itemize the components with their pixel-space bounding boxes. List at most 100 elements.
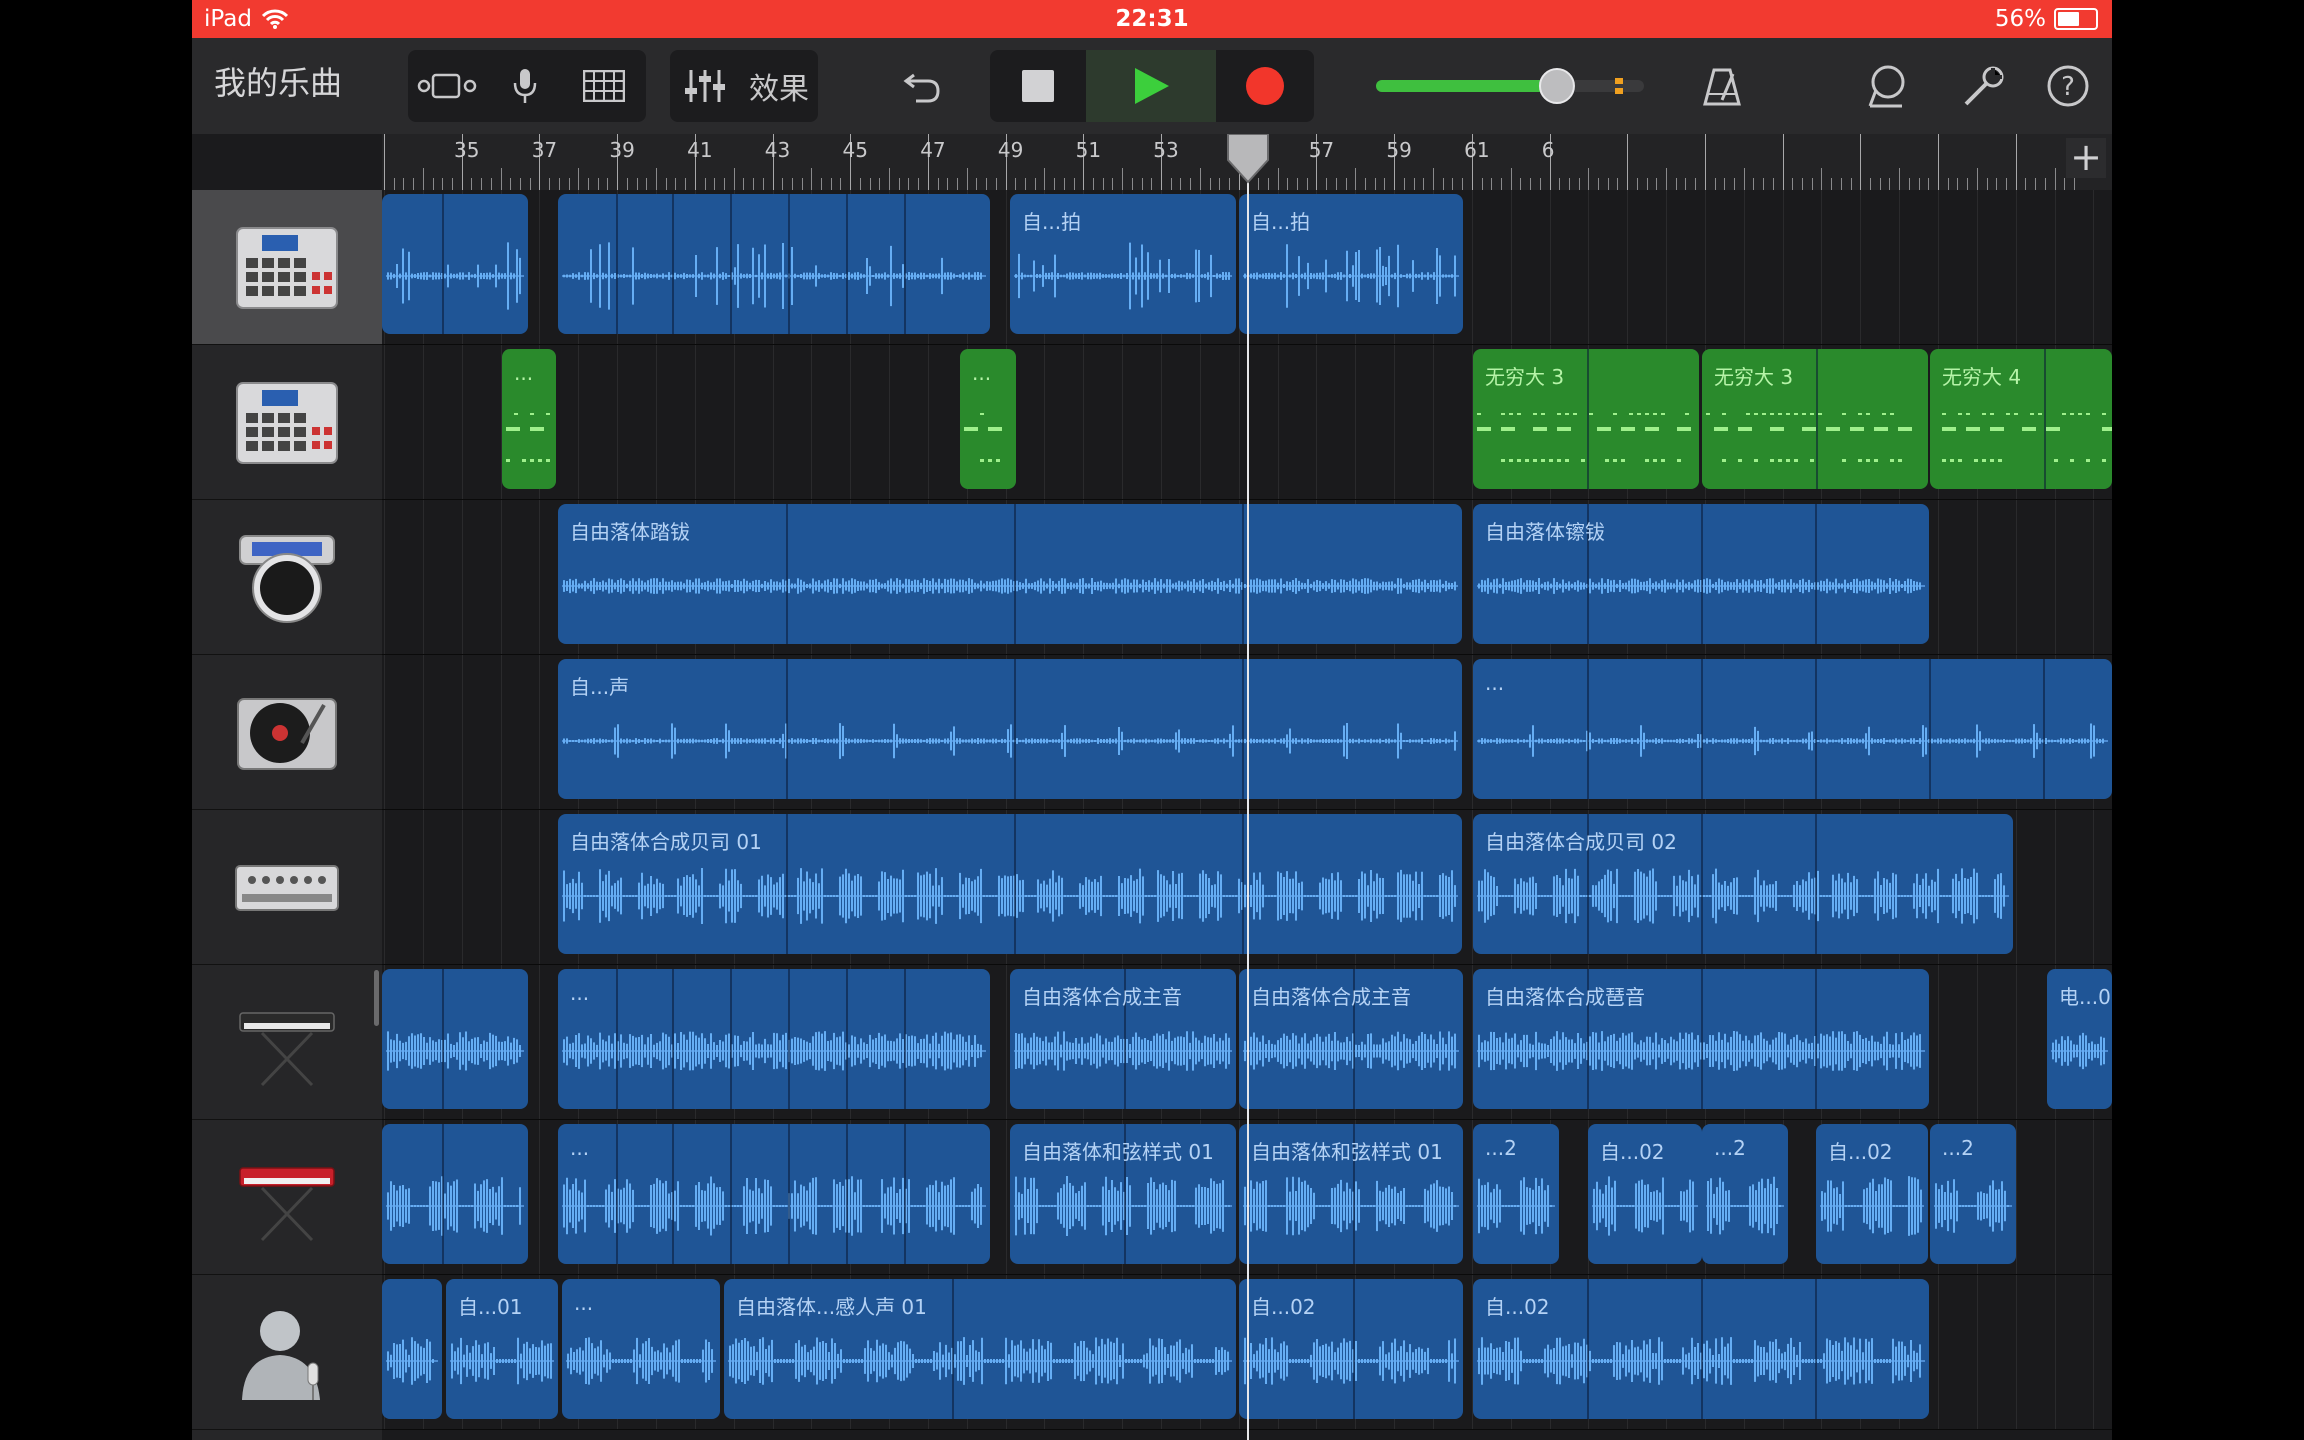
ruler-bar-label: 43: [764, 138, 791, 162]
audio-region[interactable]: 自由落体合成琶音: [1473, 969, 1929, 1109]
audio-region[interactable]: 自...02: [1473, 1279, 1929, 1419]
region-name: ...: [514, 361, 534, 385]
ruler-tick: [1578, 178, 1580, 190]
mixer-icon[interactable]: [670, 50, 740, 122]
ruler-tick: [1714, 178, 1716, 190]
playhead[interactable]: [1247, 134, 1249, 1440]
record-icon[interactable]: [1216, 50, 1314, 122]
grid-line: [2054, 1275, 2056, 1429]
midi-region[interactable]: ...: [960, 349, 1016, 489]
midi-region[interactable]: 无穷大 3: [1702, 349, 1928, 489]
ruler-tick: [1840, 178, 1842, 190]
audio-region[interactable]: ...2: [1702, 1124, 1788, 1264]
midi-region[interactable]: ...: [502, 349, 556, 489]
browser-icon[interactable]: [408, 50, 488, 122]
undo-icon[interactable]: [892, 50, 952, 122]
play-icon[interactable]: [1086, 50, 1216, 122]
ruler-tick: [1141, 178, 1143, 190]
audio-region[interactable]: 自由落体踏钹: [558, 504, 1462, 644]
add-section-button[interactable]: +: [2066, 138, 2106, 178]
audio-region[interactable]: ...: [558, 1124, 990, 1264]
waveform: [1477, 723, 2108, 759]
audio-region[interactable]: 自...02: [1816, 1124, 1928, 1264]
loop-divider: [442, 194, 444, 334]
ruler-tick: [2073, 178, 2075, 190]
vocalist-icon: [242, 1311, 320, 1400]
my-songs-button[interactable]: 我的乐曲: [214, 58, 342, 104]
audio-region[interactable]: 自...拍: [1239, 194, 1463, 334]
audio-region[interactable]: [382, 194, 528, 334]
audio-region[interactable]: [382, 969, 528, 1109]
metronome-icon[interactable]: [1692, 50, 1752, 122]
grid-icon[interactable]: [562, 50, 646, 122]
audio-region[interactable]: [558, 194, 990, 334]
grid-line: [1860, 190, 1862, 344]
audio-region[interactable]: 自由落体和弦样式 01: [1239, 1124, 1463, 1264]
ruler-tick: [1666, 168, 1668, 190]
help-icon[interactable]: ?: [2038, 50, 2098, 122]
audio-region[interactable]: 自由落体合成贝司 02: [1473, 814, 2013, 954]
audio-region[interactable]: ...: [558, 969, 990, 1109]
audio-region[interactable]: ...: [562, 1279, 720, 1419]
audio-region[interactable]: ...: [1473, 659, 2112, 799]
audio-region[interactable]: ...2: [1473, 1124, 1559, 1264]
ruler-tick: [1772, 178, 1774, 190]
ruler-tick: [1015, 178, 1017, 190]
audio-region[interactable]: 自...01: [446, 1279, 558, 1419]
audio-region[interactable]: 自由落体镲钹: [1473, 504, 1929, 644]
loop-divider: [1014, 504, 1016, 644]
track-header-red-keyboard[interactable]: [192, 1120, 382, 1275]
audio-region[interactable]: [382, 1279, 442, 1419]
audio-region[interactable]: 自...声: [558, 659, 1462, 799]
microphone-icon[interactable]: [490, 50, 560, 122]
ruler-tick: [578, 168, 580, 190]
track-header-bass-synth[interactable]: [192, 810, 382, 965]
grid-line: [1549, 190, 1551, 344]
audio-region[interactable]: [382, 1124, 528, 1264]
ruler-tick: [1413, 178, 1415, 190]
track-scroll-indicator[interactable]: [374, 970, 379, 1026]
audio-region[interactable]: 自由落体合成贝司 01: [558, 814, 1462, 954]
audio-region[interactable]: 自...02: [1239, 1279, 1463, 1419]
grid-line: [1782, 190, 1784, 344]
ruler-tick: [1170, 178, 1172, 190]
track-header-drum-synth[interactable]: [192, 500, 382, 655]
audio-region[interactable]: 自...拍: [1010, 194, 1236, 334]
playhead-handle-icon[interactable]: [1224, 134, 1272, 184]
audio-region[interactable]: ...2: [1930, 1124, 2016, 1264]
audio-region[interactable]: 电...0: [2047, 969, 2112, 1109]
audio-region[interactable]: 自由落体和弦样式 01: [1010, 1124, 1236, 1264]
grid-line: [1005, 190, 1007, 344]
midi-region[interactable]: 无穷大 4: [1930, 349, 2112, 489]
wrench-icon[interactable]: [1954, 50, 2014, 122]
midi-region[interactable]: 无穷大 3: [1473, 349, 1699, 489]
track-header-turntable[interactable]: [192, 655, 382, 810]
loop-icon[interactable]: [1858, 50, 1918, 122]
track-header-vocalist[interactable]: [192, 1275, 382, 1430]
audio-region[interactable]: 自...02: [1588, 1124, 1702, 1264]
grid-line: [384, 345, 385, 499]
audio-region[interactable]: 自由落体合成主音: [1010, 969, 1236, 1109]
ruler-tick: [1821, 168, 1823, 190]
ruler-bar-label: 6: [1541, 138, 1555, 162]
master-volume-slider[interactable]: [1372, 50, 1652, 122]
grid-line: [1976, 965, 1978, 1119]
loop-divider: [846, 969, 848, 1109]
track-header-drum-machine-1[interactable]: [192, 190, 382, 345]
audio-region[interactable]: 自由落体...感人声 01: [724, 1279, 1236, 1419]
effects-button[interactable]: 效果: [740, 50, 818, 122]
ruler-tick: [1704, 134, 1706, 190]
audio-region[interactable]: 自由落体合成主音: [1239, 969, 1463, 1109]
ruler-tick: [2025, 178, 2027, 190]
track-header-drum-machine-2[interactable]: [192, 345, 382, 500]
stop-icon[interactable]: [990, 50, 1086, 122]
ruler-tick: [1151, 178, 1153, 190]
ruler-tick: [1335, 178, 1337, 190]
ruler-tick: [2064, 178, 2066, 190]
loop-divider: [1587, 659, 1589, 799]
ruler-tick: [1947, 178, 1949, 190]
track-header-keyboard[interactable]: [192, 965, 382, 1120]
grid-line: [2054, 1120, 2056, 1274]
ruler-tick: [549, 178, 551, 190]
ruler-tick: [821, 178, 823, 190]
